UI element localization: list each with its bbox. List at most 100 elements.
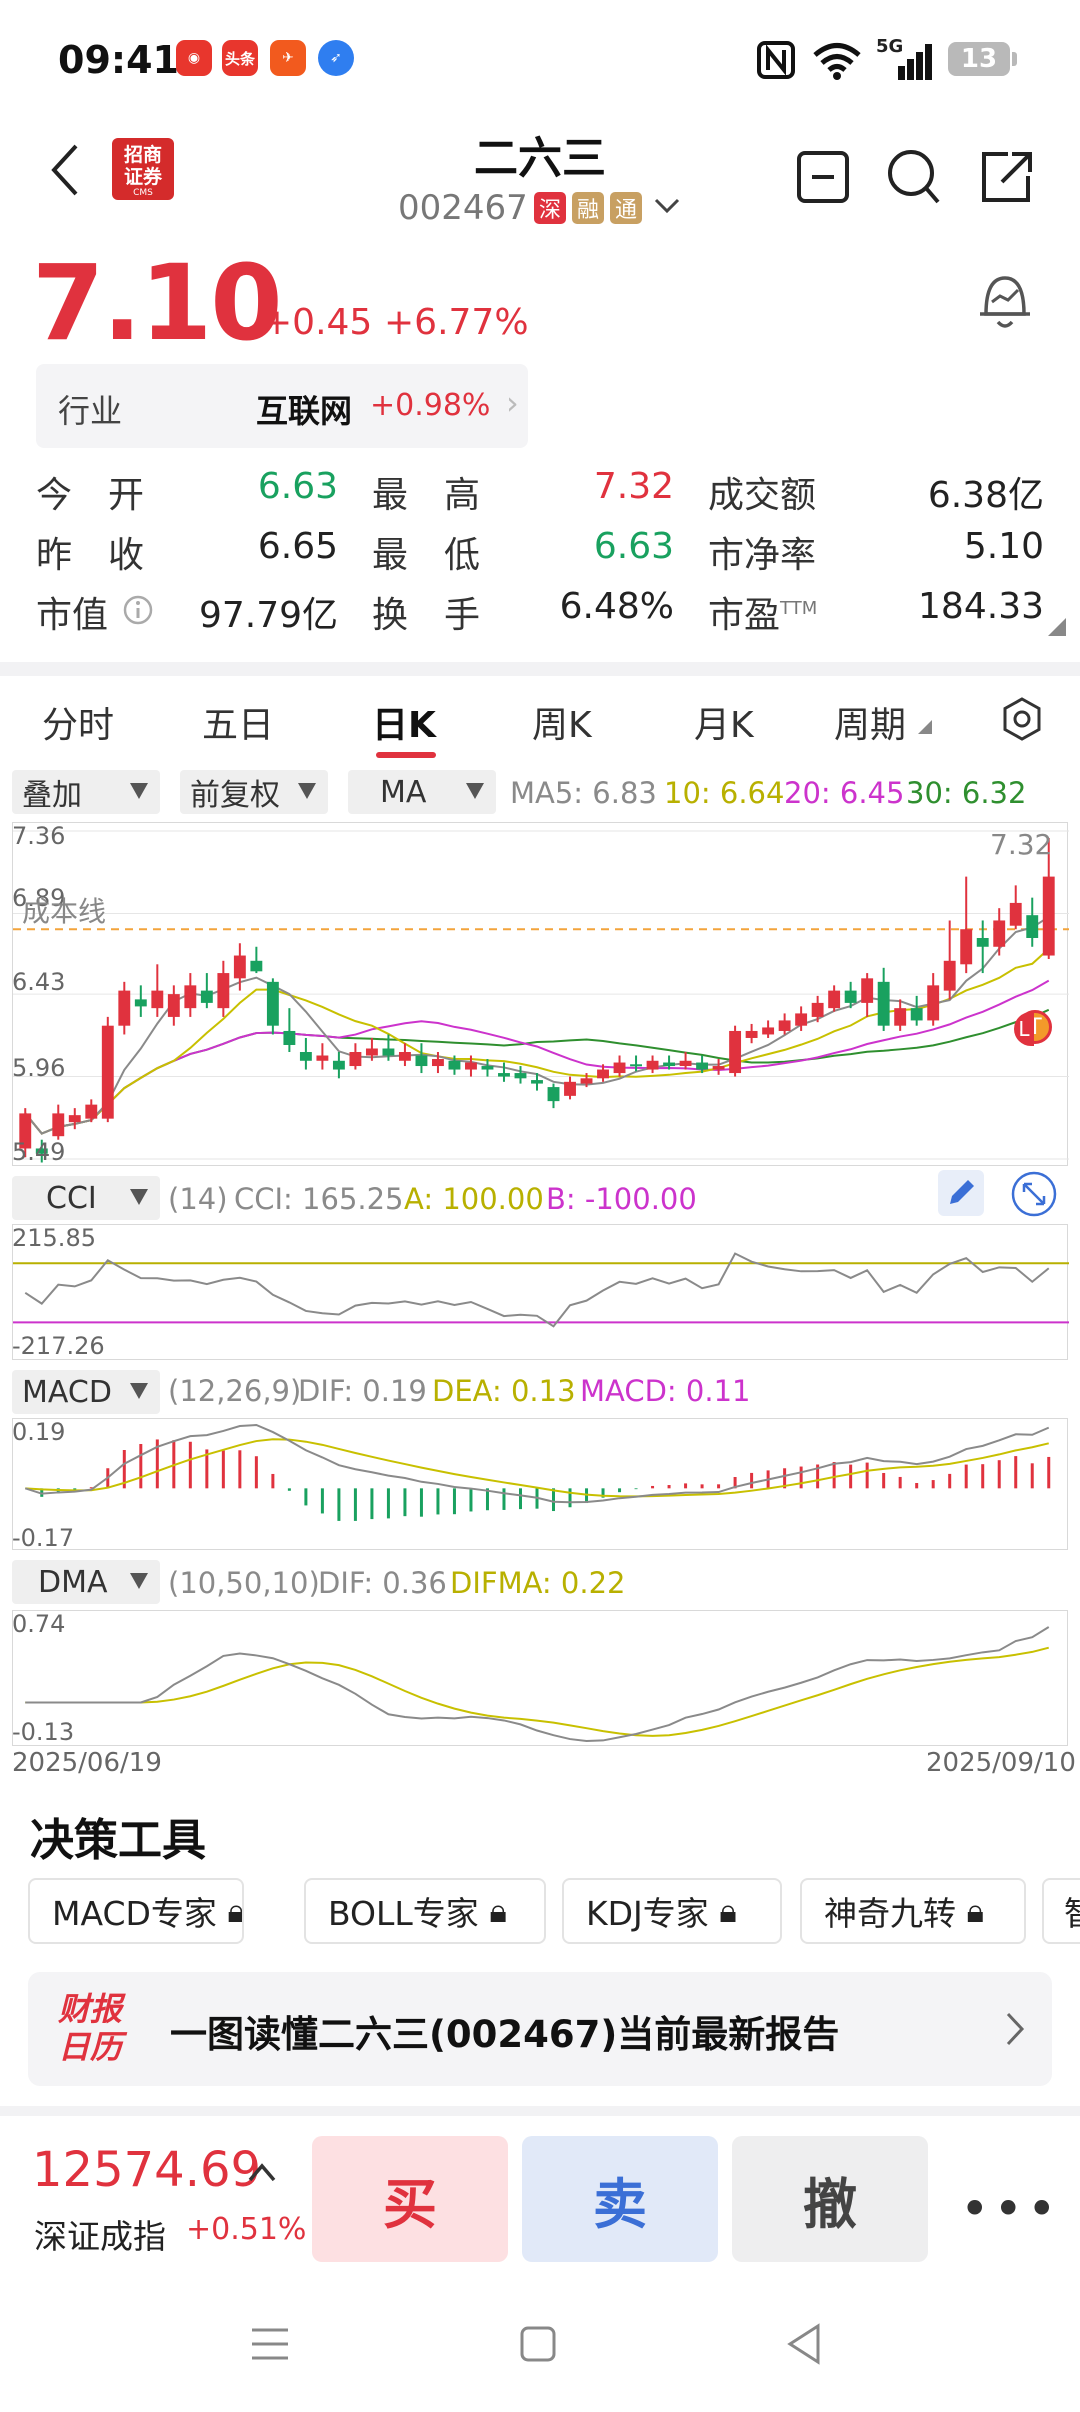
cci-selector-label: CCI xyxy=(46,1180,97,1216)
chevron-right-icon: › xyxy=(506,384,519,422)
tab-weekly-k[interactable]: 周K xyxy=(532,696,592,748)
more-icon[interactable]: ••• xyxy=(960,2180,1060,2238)
tab-daily-k[interactable]: 日K xyxy=(372,696,436,748)
chip-macd-expert[interactable]: MACD专家 🔒︎ xyxy=(28,1878,244,1944)
candle-body xyxy=(101,1025,114,1119)
macd-dea: DEA: 0.13 xyxy=(432,1374,576,1408)
macd-selector[interactable]: MACD xyxy=(12,1370,160,1414)
alert-bell-icon[interactable] xyxy=(976,270,1034,332)
quote-label-low: 最 低 xyxy=(372,535,481,576)
netease-icon: ◉ xyxy=(176,40,212,76)
quote-value-mktcap: 97.79亿 xyxy=(198,595,338,636)
tab-intraday[interactable]: 分时 xyxy=(42,696,114,748)
search-icon[interactable] xyxy=(886,148,942,206)
dma-dif: DIF: 0.36 xyxy=(318,1566,447,1600)
index-pct: +0.51% xyxy=(186,2212,307,2247)
tag-rong: 融 xyxy=(572,192,604,224)
kline-y-label-3: 6.43 xyxy=(12,968,66,996)
cci-params: (14) xyxy=(168,1182,228,1216)
report-banner-text: 一图读懂二六三(002467)当前最新报告 xyxy=(170,2013,840,2056)
candle-body xyxy=(630,1064,642,1067)
caret-down-icon xyxy=(130,783,148,799)
cancel-order-button[interactable]: 撤 xyxy=(732,2136,928,2262)
plane-app-icon: ✈ xyxy=(270,40,306,76)
chevron-down-icon[interactable] xyxy=(652,196,682,216)
industry-bar[interactable]: 行业 互联网 +0.98% › xyxy=(36,364,528,448)
buy-button[interactable]: 买 xyxy=(312,2136,508,2262)
back-icon[interactable] xyxy=(784,2322,824,2366)
macd-chart xyxy=(24,1423,1051,1521)
report-banner[interactable]: 财报日历 一图读懂二六三(002467)当前最新报告 xyxy=(28,1972,1052,2086)
date-start: 2025/06/19 xyxy=(12,1748,162,1778)
tab-monthly-k[interactable]: 月K xyxy=(694,696,754,748)
chip-magic-nine[interactable]: 神奇九转 🔒︎ xyxy=(800,1878,1026,1944)
ma30-line xyxy=(24,1008,1050,1135)
current-price: 7.10 xyxy=(32,242,283,364)
candle-body xyxy=(481,1066,494,1070)
settings-icon[interactable] xyxy=(1000,696,1044,742)
candle-body xyxy=(960,929,973,965)
cci-panel[interactable] xyxy=(12,1224,1069,1360)
quote-label-high: 最 高 xyxy=(372,475,481,516)
candle-body xyxy=(85,1104,98,1119)
quote-label-pe-text: 市盈 xyxy=(708,595,781,636)
menu-icon[interactable] xyxy=(248,2324,292,2364)
home-icon[interactable] xyxy=(518,2324,558,2364)
cci-chart xyxy=(13,1252,1069,1328)
quote-value-turnover-rate: 6.48% xyxy=(559,586,674,627)
macd-panel[interactable] xyxy=(12,1418,1068,1550)
candle-body xyxy=(465,1062,477,1070)
edit-indicator-button[interactable] xyxy=(938,1170,984,1216)
candle-body xyxy=(894,1008,907,1026)
index-value[interactable]: 12574.69 xyxy=(32,2142,261,2198)
adjust-selector[interactable]: 前复权 xyxy=(180,770,328,814)
candle-body xyxy=(712,1066,725,1070)
ma5-text: MA5: 6.83 xyxy=(510,776,657,810)
kline-panel[interactable] xyxy=(12,822,1069,1166)
sell-button[interactable]: 卖 xyxy=(522,2136,718,2262)
candle-body xyxy=(167,994,180,1017)
candle-body xyxy=(432,1059,444,1067)
share-icon[interactable] xyxy=(978,148,1036,206)
candle-body xyxy=(498,1073,510,1077)
expand-icon[interactable] xyxy=(1010,1170,1058,1218)
quote-value-low: 6.63 xyxy=(593,526,674,567)
candle-body xyxy=(877,981,890,1026)
dma-y-bottom: -0.13 xyxy=(12,1718,75,1746)
chip-label: BOLL专家 xyxy=(328,1894,479,1933)
section-divider xyxy=(0,2106,1080,2116)
chip-kdj-expert[interactable]: KDJ专家 🔒︎ xyxy=(562,1878,782,1944)
cost-line-label: 成本线 xyxy=(22,895,107,928)
dma-y-top: 0.74 xyxy=(12,1610,66,1638)
tab-five-day[interactable]: 五日 xyxy=(202,696,274,748)
quote-label-pe-sup: TTM xyxy=(780,598,818,619)
macd-params: (12,26,9) xyxy=(168,1374,302,1408)
quote-label-turnover-rate: 换 手 xyxy=(372,595,481,636)
corner-triangle-icon xyxy=(1048,618,1066,636)
date-end: 2025/09/10 xyxy=(926,1748,1076,1778)
overlay-selector[interactable]: 叠加 xyxy=(12,770,160,814)
toutiao-icon: 头条 xyxy=(222,40,258,76)
candle-body xyxy=(795,1013,808,1026)
chevron-up-icon[interactable] xyxy=(246,2160,278,2184)
chip-boll-expert[interactable]: BOLL专家 🔒︎ xyxy=(304,1878,546,1944)
caret-down-icon xyxy=(298,783,316,799)
dma-panel[interactable] xyxy=(12,1610,1068,1746)
wifi-icon xyxy=(813,43,861,80)
dma-selector[interactable]: DMA xyxy=(12,1560,160,1604)
nfc-icon xyxy=(757,41,795,79)
candle-body xyxy=(663,1062,676,1067)
lock-icon: 🔒︎ xyxy=(227,1891,244,1930)
chip-more[interactable]: 智 xyxy=(1042,1878,1080,1944)
quote-label-pe: 市盈TTM xyxy=(708,586,817,638)
cci-selector[interactable]: CCI xyxy=(12,1176,160,1220)
info-icon[interactable] xyxy=(122,594,154,626)
tab-period[interactable]: 周期 xyxy=(834,696,906,748)
cci-y-bottom: -217.26 xyxy=(12,1332,105,1360)
macd-y-top: 0.19 xyxy=(12,1418,66,1446)
minus-square-icon[interactable] xyxy=(796,150,850,204)
candle-body xyxy=(597,1069,609,1079)
ma-selector[interactable]: MA xyxy=(348,770,496,814)
candle-body xyxy=(910,1008,923,1021)
candle-body xyxy=(844,990,857,1003)
